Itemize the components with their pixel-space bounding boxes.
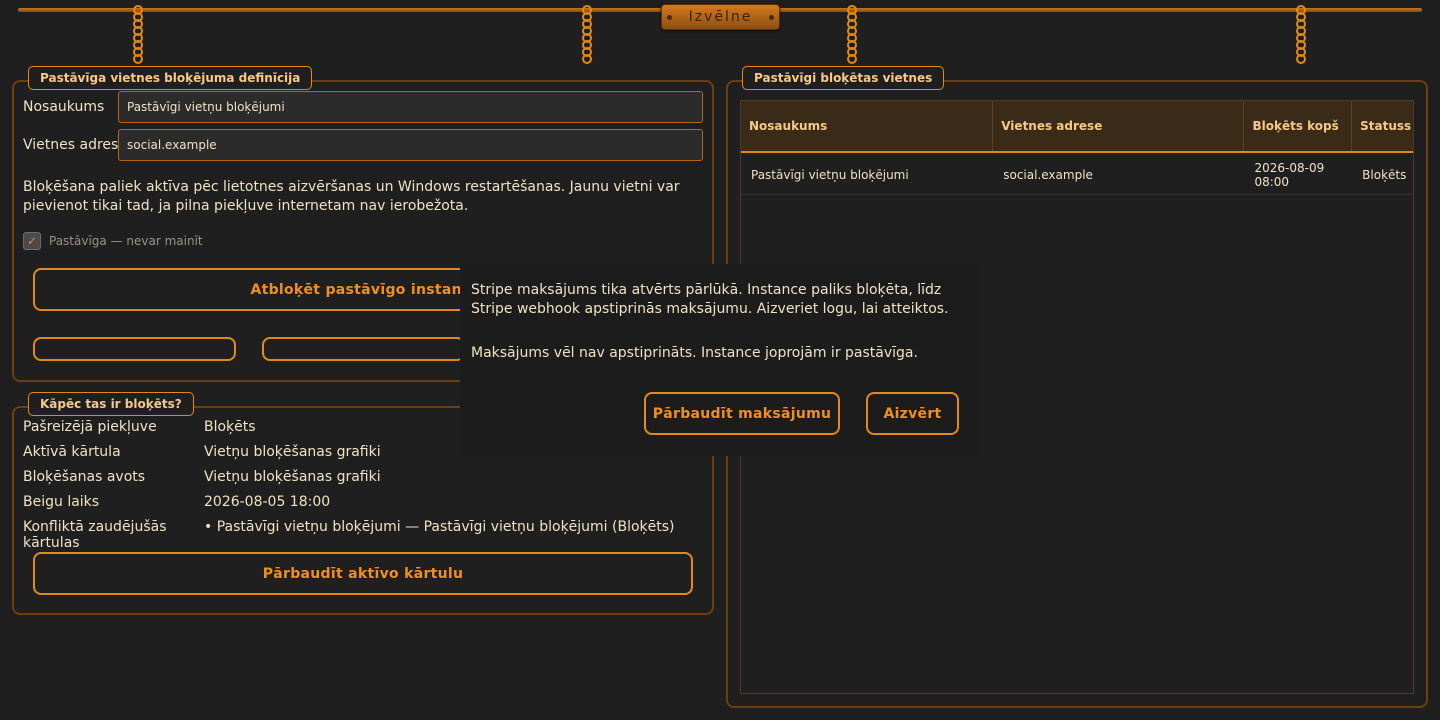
why-row: Aktīvā kārtula Vietņu bloķēšanas grafiki [23, 444, 381, 460]
why-row-key: Bloķēšanas avots [23, 469, 146, 485]
cell-since: 2026-08-09 08:00 [1254, 160, 1325, 189]
secondary-button-2[interactable] [262, 337, 465, 361]
why-row-key: Pašreizējā piekļuve [23, 419, 157, 435]
check-active-rule-button[interactable]: Pārbaudīt aktīvo kārtulu [33, 552, 693, 595]
chain-decoration [580, 5, 594, 64]
chain-decoration [1294, 5, 1308, 64]
chain-decoration [131, 5, 145, 64]
why-row-key: Konfliktā zaudējušās kārtulas [23, 519, 167, 551]
name-label: Nosaukums [23, 99, 105, 115]
column-header-address[interactable]: Vietnes adrese [993, 101, 1245, 151]
table-header: Nosaukums Vietnes adrese Bloķēts kopš St… [741, 101, 1413, 153]
column-header-status[interactable]: Statuss [1352, 101, 1413, 151]
chain-decoration [845, 5, 859, 64]
cell-status: Bloķēts [1362, 167, 1407, 182]
dialog-message: Stripe maksājums tika atvērts pārlūkā. I… [471, 282, 949, 317]
payment-dialog: Stripe maksājums tika atvērts pārlūkā. I… [460, 264, 980, 456]
cell-address: social.example [1003, 167, 1093, 182]
permanent-checkbox-row: ✓ Pastāvīga — nevar mainīt [23, 232, 203, 250]
secondary-button-1[interactable] [33, 337, 236, 361]
dialog-status: Maksājums vēl nav apstiprināts. Instance… [471, 345, 918, 361]
why-row-value: • Pastāvīgi vietņu bloķējumi — Pastāvīgi… [204, 519, 675, 535]
column-header-since[interactable]: Bloķēts kopš [1244, 101, 1353, 151]
why-row-value: Vietņu bloķēšanas grafiki [204, 469, 381, 485]
unlock-button-label: Atbloķēt pastāvīgo instanci [250, 281, 476, 298]
why-row-value: Vietņu bloķēšanas grafiki [204, 444, 381, 460]
rivet-icon [769, 15, 774, 20]
rivet-icon [667, 15, 672, 20]
name-field[interactable]: Pastāvīgi vietņu bloķējumi [118, 91, 703, 123]
why-row-key: Aktīvā kārtula [23, 444, 121, 460]
why-row-value: Bloķēts [204, 419, 256, 435]
why-row-key: Beigu laiks [23, 494, 100, 510]
menu-label: Izvēlne [688, 9, 753, 25]
blocked-sites-legend: Pastāvīgi bloķētas vietnes [742, 66, 945, 90]
address-field[interactable]: social.example [118, 129, 703, 161]
why-row: Konfliktā zaudējušās kārtulas • Pastāvīg… [23, 519, 675, 551]
why-row: Beigu laiks 2026-08-05 18:00 [23, 494, 330, 510]
permanent-checkbox-label: Pastāvīga — nevar mainīt [49, 234, 203, 248]
permanent-checkbox[interactable]: ✓ [23, 232, 41, 250]
table-row[interactable]: Pastāvīgi vietņu bloķējumi social.exampl… [741, 155, 1413, 195]
why-row: Pašreizējā piekļuve Bloķēts [23, 419, 256, 435]
close-dialog-label: Aizvērt [883, 405, 942, 422]
column-header-name[interactable]: Nosaukums [741, 101, 994, 151]
check-rule-button-label: Pārbaudīt aktīvo kārtulu [262, 565, 464, 582]
verify-payment-label: Pārbaudīt maksājumu [652, 405, 832, 422]
verify-payment-button[interactable]: Pārbaudīt maksājumu [644, 392, 840, 435]
definition-legend: Pastāvīga vietnes bloķējuma definīcija [28, 66, 313, 90]
why-row: Bloķēšanas avots Vietņu bloķēšanas grafi… [23, 469, 381, 485]
definition-description: Bloķēšana paliek aktīva pēc lietotnes ai… [23, 179, 680, 214]
close-dialog-button[interactable]: Aizvērt [866, 392, 959, 435]
menu-button[interactable]: Izvēlne [661, 4, 780, 30]
why-legend: Kāpēc tas ir bloķēts? [28, 392, 194, 416]
address-label: Vietnes adrese [23, 137, 127, 153]
why-row-value: 2026-08-05 18:00 [204, 494, 331, 510]
cell-name: Pastāvīgi vietņu bloķējumi [751, 167, 909, 182]
